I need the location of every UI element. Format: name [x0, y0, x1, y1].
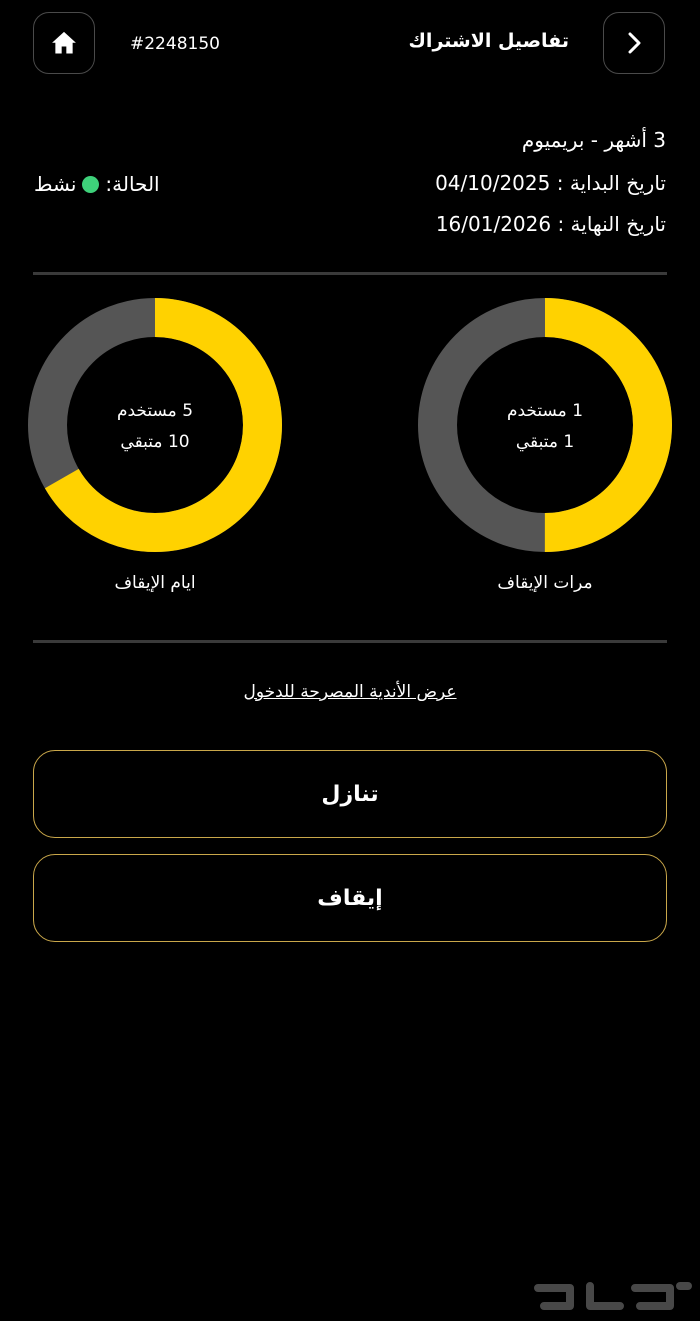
freeze-days-card: 5 مستخدم 10 متبقي ايام الإيقاف — [28, 298, 282, 598]
chevron-right-icon — [628, 32, 641, 54]
end-date: تاريخ النهاية : 16/01/2026 — [435, 212, 666, 236]
page-title: تفاصيل الاشتراك — [408, 30, 569, 52]
back-button[interactable] — [603, 12, 665, 74]
freeze-count-card: 1 مستخدم 1 متبقي مرات الإيقاف — [418, 298, 672, 598]
status: الحالة: نشط — [34, 172, 160, 196]
watermark-logo — [534, 1282, 692, 1310]
status-label: الحالة: — [105, 172, 160, 196]
allowed-clubs-link[interactable]: عرض الأندية المصرحة للدخول — [0, 682, 700, 702]
plan-name: 3 أشهر - بريميوم — [521, 128, 666, 152]
freeze-count-center: 1 مستخدم 1 متبقي — [418, 396, 672, 458]
freeze-count-remaining: 1 متبقي — [515, 432, 575, 452]
freeze-button[interactable]: إيقاف — [33, 854, 667, 942]
freeze-days-remaining: 10 متبقي — [120, 432, 190, 452]
home-icon — [52, 31, 76, 54]
status-dot — [82, 175, 100, 193]
freeze-days-center: 5 مستخدم 10 متبقي — [28, 396, 282, 458]
freeze-count-used: 1 مستخدم — [506, 401, 584, 421]
status-value: نشط — [34, 172, 77, 196]
freeze-count-label: مرات الإيقاف — [497, 573, 593, 593]
divider-bottom — [33, 640, 667, 643]
freeze-days-used: 5 مستخدم — [116, 401, 194, 421]
freeze-days-label: ايام الإيقاف — [114, 573, 196, 593]
subscription-id: #2248150 — [130, 34, 220, 54]
start-date: تاريخ البداية : 04/10/2025 — [435, 171, 666, 195]
home-button[interactable] — [33, 12, 95, 74]
transfer-button[interactable]: تنازل — [33, 750, 667, 838]
divider-top — [33, 272, 667, 275]
